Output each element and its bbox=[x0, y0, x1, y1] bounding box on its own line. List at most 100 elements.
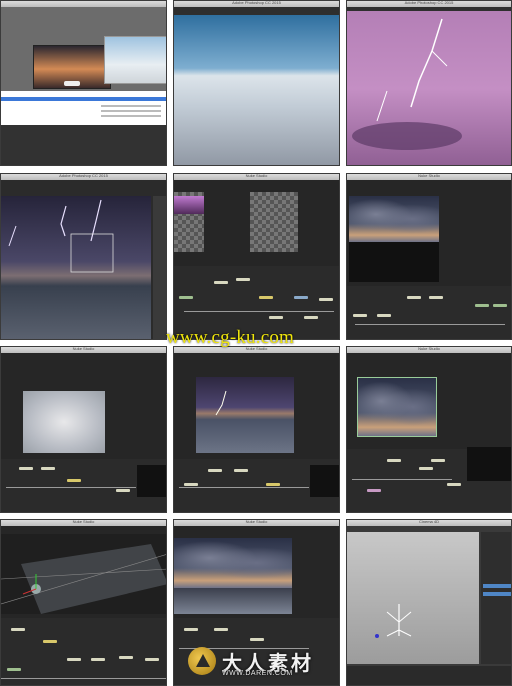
file-list-row[interactable] bbox=[101, 115, 161, 117]
node[interactable] bbox=[41, 467, 55, 470]
thumb-cinema4d[interactable]: Cinema 4D bbox=[346, 519, 512, 686]
file-list-selected-row[interactable] bbox=[1, 97, 166, 101]
axis-dot-icon bbox=[375, 634, 379, 638]
node[interactable] bbox=[67, 479, 81, 482]
window-titlebar: Nuke Studio bbox=[174, 174, 339, 180]
sky-viewer bbox=[349, 196, 439, 242]
node[interactable] bbox=[266, 483, 280, 486]
file-list-row[interactable] bbox=[101, 110, 161, 112]
node-wire bbox=[1, 678, 166, 679]
fog-viewer bbox=[23, 391, 105, 453]
tool-panel[interactable] bbox=[153, 196, 166, 339]
node[interactable] bbox=[145, 658, 159, 661]
node-graph[interactable] bbox=[347, 286, 511, 339]
node[interactable] bbox=[250, 638, 264, 641]
window-titlebar: Adobe Photoshop CC 2015 bbox=[174, 1, 339, 7]
thumb-cloudy-sky[interactable]: Nuke Studio bbox=[346, 173, 512, 340]
node[interactable] bbox=[91, 658, 105, 661]
node[interactable] bbox=[319, 298, 333, 301]
lightning-bolt-graphic bbox=[215, 390, 227, 416]
transform-box bbox=[70, 233, 114, 273]
attribute-button[interactable] bbox=[483, 584, 511, 588]
timeline[interactable] bbox=[347, 666, 511, 685]
node[interactable] bbox=[294, 296, 308, 299]
node-wire bbox=[355, 324, 505, 325]
node-wire bbox=[6, 487, 136, 488]
node-wire bbox=[179, 487, 309, 488]
thumbnail-preview-panel bbox=[467, 447, 511, 481]
node[interactable] bbox=[269, 316, 283, 319]
desktop-area bbox=[1, 125, 166, 165]
thumb-3d-camera[interactable]: Nuke Studio bbox=[0, 519, 167, 686]
site-logo: 大人素材 WWW.DAREN.COM bbox=[188, 645, 338, 679]
thumb-nuke-node-graph[interactable]: Nuke Studio bbox=[173, 173, 340, 340]
window-titlebar: Nuke Studio bbox=[1, 520, 166, 526]
watermark-text: www.cg-ku.com bbox=[166, 327, 295, 348]
3d-scene-graphic bbox=[1, 544, 166, 614]
thumbnail-preview-panel bbox=[137, 465, 166, 497]
salt-flat-image bbox=[174, 15, 339, 165]
logo-url: WWW.DAREN.COM bbox=[222, 670, 293, 677]
node[interactable] bbox=[184, 483, 198, 486]
thumb-storm-composite[interactable]: Adobe Photoshop CC 2015 bbox=[0, 173, 167, 340]
viewer-black bbox=[349, 242, 439, 282]
node[interactable] bbox=[214, 281, 228, 284]
cloud-final-viewer bbox=[174, 538, 292, 588]
thumb-lightning-salt[interactable]: Nuke Studio bbox=[173, 346, 340, 513]
node[interactable] bbox=[407, 296, 421, 299]
window-titlebar: Adobe Photoshop CC 2015 bbox=[347, 1, 511, 7]
node[interactable] bbox=[387, 459, 401, 462]
window-titlebar: Adobe Photoshop CC 2015 bbox=[1, 174, 166, 180]
attributes-panel[interactable] bbox=[481, 532, 511, 664]
node[interactable] bbox=[19, 467, 33, 470]
node-wire bbox=[352, 479, 452, 480]
node[interactable] bbox=[493, 304, 507, 307]
3d-viewer bbox=[1, 534, 166, 614]
ok-button[interactable] bbox=[64, 81, 80, 86]
node-graph[interactable] bbox=[1, 618, 166, 685]
window-titlebar: Cinema 4D bbox=[347, 520, 511, 526]
node[interactable] bbox=[11, 628, 25, 631]
thumbnail-preview-panel bbox=[310, 465, 339, 497]
emitter-graphic bbox=[375, 604, 412, 638]
thumb-sky-plate[interactable]: Nuke Studio bbox=[346, 346, 512, 513]
attribute-button[interactable] bbox=[483, 592, 511, 596]
thumb-salt-flat[interactable]: Adobe Photoshop CC 2015 bbox=[173, 0, 340, 166]
node[interactable] bbox=[259, 296, 273, 299]
node[interactable] bbox=[431, 459, 445, 462]
thumb-purple-lightning[interactable]: Adobe Photoshop CC 2015 bbox=[346, 0, 512, 166]
window-titlebar: Nuke Studio bbox=[347, 347, 511, 353]
node[interactable] bbox=[43, 640, 57, 643]
node[interactable] bbox=[475, 304, 489, 307]
node[interactable] bbox=[429, 296, 443, 299]
node[interactable] bbox=[179, 296, 193, 299]
node[interactable] bbox=[119, 656, 133, 659]
node[interactable] bbox=[419, 467, 433, 470]
node[interactable] bbox=[304, 316, 318, 319]
file-list-row[interactable] bbox=[101, 105, 161, 107]
image-preview-salt bbox=[104, 36, 166, 84]
node[interactable] bbox=[447, 483, 461, 486]
3d-viewport bbox=[347, 532, 479, 664]
window-titlebar bbox=[1, 1, 166, 7]
thumb-file-browser[interactable] bbox=[0, 0, 167, 166]
node[interactable] bbox=[184, 628, 198, 631]
file-list[interactable] bbox=[1, 91, 166, 125]
node[interactable] bbox=[367, 489, 381, 492]
thumb-cloud-fog[interactable]: Nuke Studio bbox=[0, 346, 167, 513]
node[interactable] bbox=[208, 469, 222, 472]
node[interactable] bbox=[236, 278, 250, 281]
node[interactable] bbox=[353, 314, 367, 317]
window-titlebar: Nuke Studio bbox=[347, 174, 511, 180]
node[interactable] bbox=[234, 469, 248, 472]
window-titlebar: Nuke Studio bbox=[1, 347, 166, 353]
node[interactable] bbox=[7, 668, 21, 671]
viewer-pink-thumb bbox=[174, 196, 204, 214]
sky-plate-viewer bbox=[357, 377, 437, 437]
node[interactable] bbox=[67, 658, 81, 661]
lightning-salt-viewer bbox=[196, 377, 294, 453]
ground-viewer bbox=[174, 588, 292, 614]
node[interactable] bbox=[116, 489, 130, 492]
node[interactable] bbox=[377, 314, 391, 317]
node[interactable] bbox=[214, 628, 228, 631]
